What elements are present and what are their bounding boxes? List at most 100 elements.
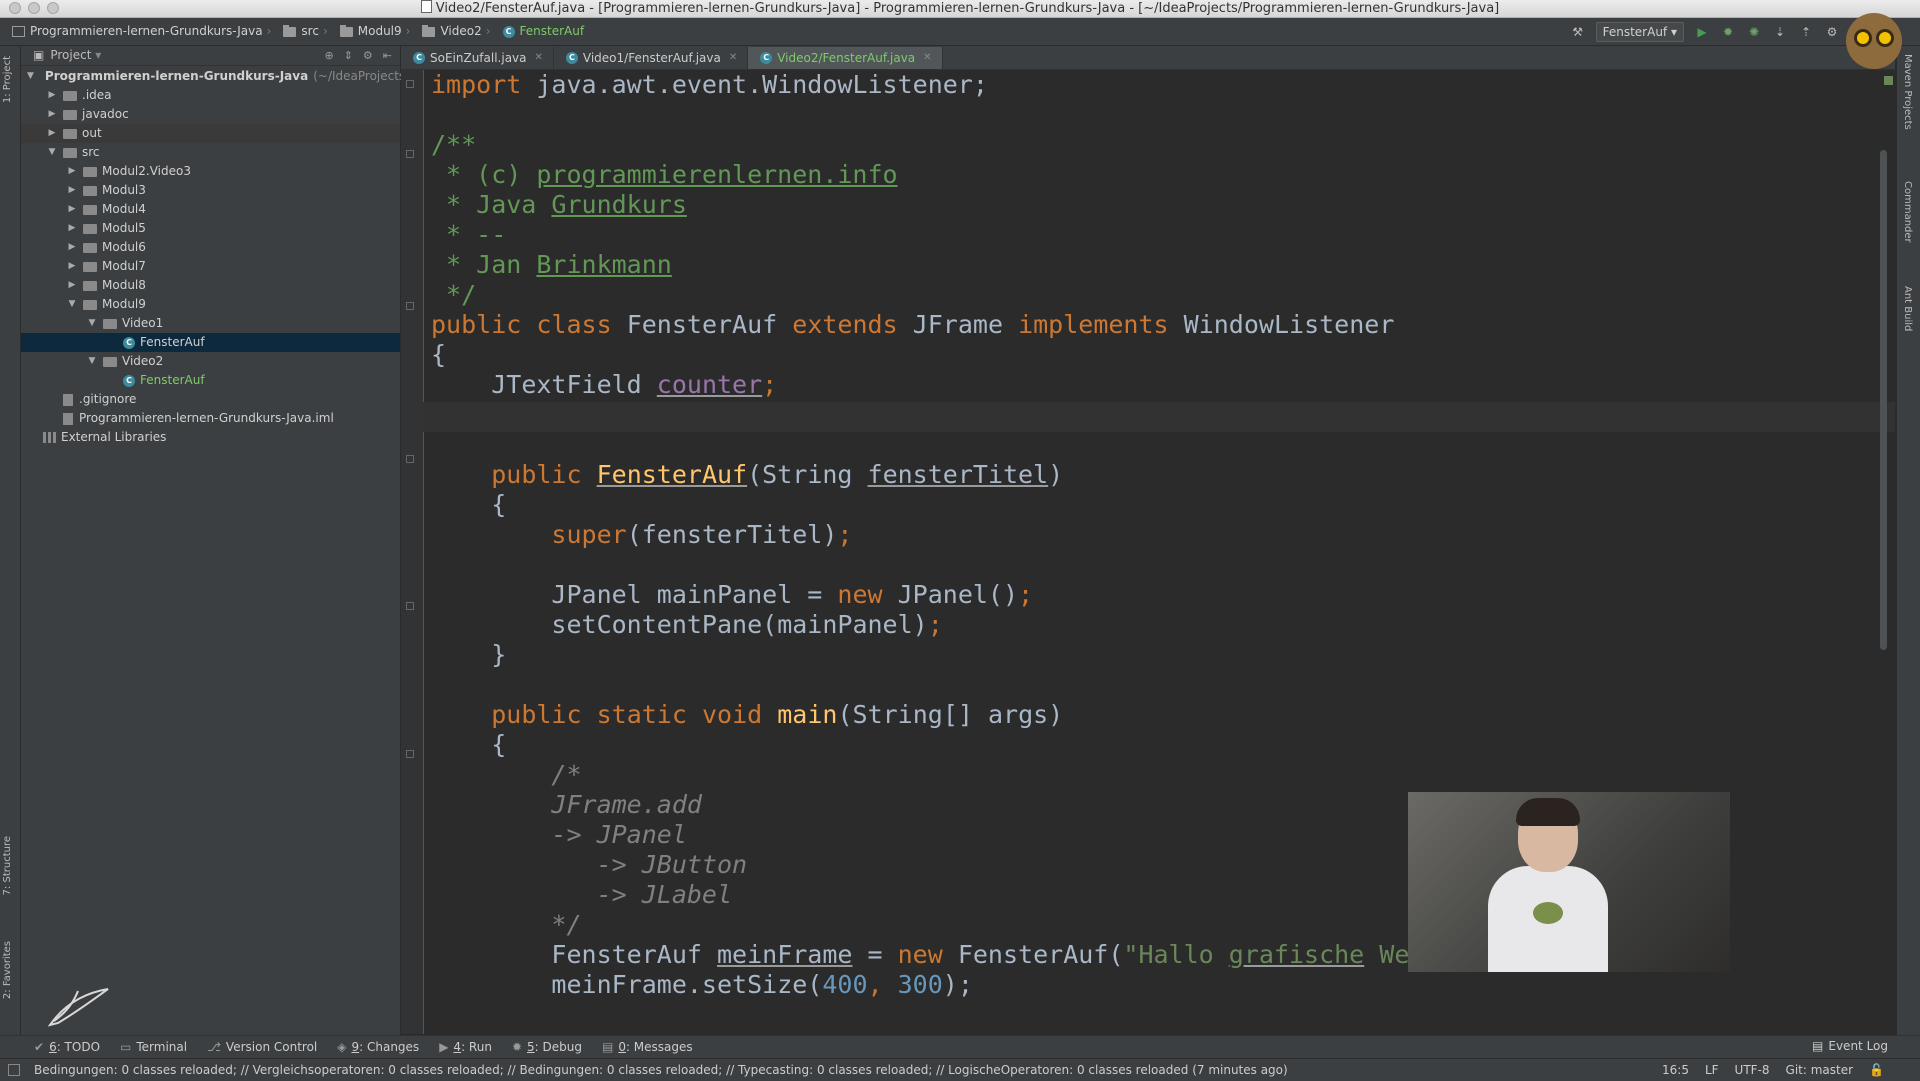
chevron-icon[interactable]: ▶ (47, 86, 57, 105)
vcs-update-icon[interactable]: ⇣ (1772, 24, 1788, 40)
tool-window-changes[interactable]: ◈ 9: Changes (337, 1040, 419, 1054)
close-tab-icon[interactable]: ✕ (729, 47, 737, 69)
breadcrumb-modul9[interactable]: Modul9 › (339, 18, 417, 45)
tree-item[interactable]: ▶ out (21, 124, 400, 143)
commander-tab[interactable]: Commander (1902, 181, 1913, 243)
gear-icon[interactable]: ⚙ (363, 46, 373, 65)
fold-icon[interactable] (406, 150, 414, 158)
ant-build-tab[interactable]: Ant Build (1902, 286, 1913, 331)
maximize-window-button[interactable] (47, 2, 59, 14)
editor-scrollbar[interactable] (1880, 150, 1887, 650)
status-message[interactable]: Bedingungen: 0 classes reloaded; // Verg… (34, 1059, 1288, 1081)
maven-projects-tab[interactable]: Maven Projects (1902, 54, 1913, 130)
tree-item[interactable]: ▶ Modul7 (21, 257, 400, 276)
chevron-icon[interactable]: ▶ (67, 238, 77, 257)
tool-window-run[interactable]: ▶ 4: Run (439, 1040, 492, 1054)
inspection-status-icon[interactable] (1884, 76, 1893, 85)
lock-icon[interactable]: 🔓 (1869, 1059, 1884, 1081)
chevron-icon[interactable]: ▶ (67, 257, 77, 276)
tree-item[interactable]: ▼ Video1 (21, 314, 400, 333)
breadcrumb-project[interactable]: Programmieren-lernen-Grundkurs-Java › (12, 18, 277, 45)
chevron-icon[interactable]: ▶ (67, 181, 77, 200)
chevron-icon[interactable]: ▶ (47, 124, 57, 143)
tree-item[interactable]: C FensterAuf (21, 333, 400, 352)
code-line: -> JPanel (551, 820, 687, 849)
tree-item[interactable]: ▶ Modul5 (21, 219, 400, 238)
close-tab-icon[interactable]: ✕ (535, 47, 543, 69)
editor-tab[interactable]: C Video2/FensterAuf.java ✕ (748, 47, 943, 69)
chevron-icon[interactable]: ▼ (87, 352, 97, 371)
tree-item[interactable]: ▶ Modul6 (21, 238, 400, 257)
chevron-icon[interactable]: ▼ (47, 143, 57, 162)
close-tab-icon[interactable]: ✕ (923, 47, 931, 69)
project-view-icon: ▣ (33, 48, 45, 62)
tree-item[interactable]: ▶ Modul4 (21, 200, 400, 219)
chevron-icon[interactable]: ▶ (67, 276, 77, 295)
fold-icon[interactable] (406, 455, 414, 463)
tree-item[interactable]: .gitignore (21, 390, 400, 409)
collapse-icon[interactable]: ⇕ (344, 46, 353, 65)
hide-panel-icon[interactable]: ⇤ (383, 46, 392, 65)
breadcrumb-video2[interactable]: Video2 › (422, 18, 496, 45)
close-window-button[interactable] (9, 2, 21, 14)
tree-item-label: Video1 (122, 316, 164, 330)
caret-position[interactable]: 16:5 (1662, 1059, 1689, 1081)
file-icon (63, 412, 73, 425)
breadcrumb-fensterauf[interactable]: C FensterAuf (502, 18, 584, 45)
run-configuration-select[interactable]: FensterAuf ▾ (1595, 22, 1684, 42)
tree-item[interactable]: ▼ Programmieren-lernen-Grundkurs-Java (~/I… (21, 67, 416, 86)
tree-item[interactable]: ▶ .idea (21, 86, 400, 105)
breadcrumb-src[interactable]: src › (283, 18, 333, 45)
vcs-commit-icon[interactable]: ⇡ (1798, 24, 1814, 40)
tree-item[interactable]: Programmieren-lernen-Grundkurs-Java.iml (21, 409, 400, 428)
event-log-button[interactable]: ▤ Event Log (1812, 1039, 1888, 1053)
run-icon[interactable]: ▶ (1694, 24, 1710, 40)
toggle-tool-windows-icon[interactable] (8, 1064, 20, 1076)
fold-icon[interactable] (406, 750, 414, 758)
chevron-icon[interactable]: ▼ (67, 295, 77, 314)
tool-window-version-control[interactable]: ⎇ Version Control (207, 1040, 317, 1054)
settings-icon[interactable]: ⚙ (1824, 24, 1840, 40)
line-separator[interactable]: LF (1705, 1059, 1719, 1081)
chevron-icon[interactable]: ▶ (67, 219, 77, 238)
favorites-tool-tab[interactable]: 2: Favorites (2, 941, 13, 999)
file-encoding[interactable]: UTF-8 (1735, 1059, 1770, 1081)
tree-item[interactable]: C FensterAuf (21, 371, 400, 390)
tool-window-messages[interactable]: ▤ 0: Messages (602, 1040, 693, 1054)
minimize-window-button[interactable] (28, 2, 40, 14)
editor-tab-label: Video2/FensterAuf.java (777, 51, 916, 65)
tree-item[interactable]: ▼ src (21, 143, 400, 162)
code-content[interactable]: import java.awt.event.WindowListener; /*… (431, 70, 1409, 1000)
project-view-select[interactable]: Project (50, 46, 91, 65)
sync-icon[interactable]: ⊕ (324, 46, 333, 65)
tree-item[interactable]: ▶ Modul2.Video3 (21, 162, 400, 181)
tree-item[interactable]: ▶ Modul8 (21, 276, 400, 295)
structure-tool-tab[interactable]: 7: Structure (2, 836, 13, 895)
tool-window-todo[interactable]: ✔ 6: TODO (34, 1040, 100, 1054)
chevron-icon[interactable]: ▶ (67, 162, 77, 181)
window-controls[interactable] (9, 2, 59, 14)
tree-item[interactable]: ▶ javadoc (21, 105, 400, 124)
tree-item[interactable]: ▶ Modul3 (21, 181, 400, 200)
coverage-icon[interactable]: ✺ (1746, 24, 1762, 40)
breadcrumb: Programmieren-lernen-Grundkurs-Java › src… (12, 18, 590, 45)
fold-icon[interactable] (406, 302, 414, 310)
tree-item[interactable]: ▼ Video2 (21, 352, 400, 371)
debug-icon[interactable]: ✹ (1720, 24, 1736, 40)
tool-window-terminal[interactable]: ▭ Terminal (120, 1040, 187, 1054)
chevron-icon[interactable]: ▼ (27, 67, 34, 86)
chevron-icon[interactable]: ▶ (47, 105, 57, 124)
fold-icon[interactable] (406, 80, 414, 88)
editor-gutter[interactable] (401, 70, 424, 1034)
tool-window-debug[interactable]: ✹ 5: Debug (512, 1040, 582, 1054)
editor-tab[interactable]: C Video1/FensterAuf.java ✕ (554, 47, 749, 69)
build-icon[interactable]: ⚒ (1570, 24, 1586, 40)
chevron-icon[interactable]: ▼ (87, 314, 97, 333)
tree-item[interactable]: External Libraries (21, 428, 400, 447)
project-tool-tab[interactable]: 1: Project (2, 56, 13, 103)
tree-item[interactable]: ▼ Modul9 (21, 295, 400, 314)
chevron-icon[interactable]: ▶ (67, 200, 77, 219)
vcs-branch[interactable]: Git: master (1786, 1059, 1854, 1081)
fold-icon[interactable] (406, 602, 414, 610)
editor-tab[interactable]: C SoEinZufall.java ✕ (401, 47, 554, 69)
